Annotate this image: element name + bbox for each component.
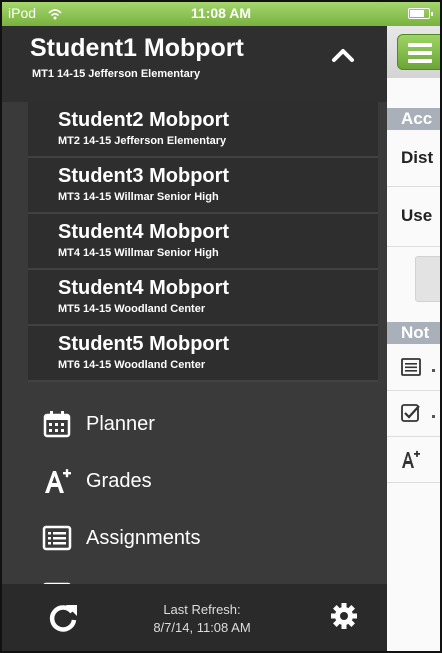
student-subtitle: MT3 14-15 Willmar Senior High bbox=[58, 191, 219, 203]
current-student-subtitle: MT1 14-15 Jefferson Elementary bbox=[32, 68, 201, 80]
checkbox-icon bbox=[401, 404, 420, 422]
refresh-icon[interactable] bbox=[47, 602, 79, 634]
student-item[interactable]: Student4 Mobport MT4 14-15 Willmar Senio… bbox=[28, 214, 378, 270]
drawer-footer: Last Refresh: 8/7/14, 11:08 AM bbox=[2, 584, 387, 651]
grades-a-plus-icon bbox=[45, 469, 71, 493]
last-refresh-label: Last Refresh: bbox=[163, 602, 241, 617]
menu-item-label: Grades bbox=[86, 470, 152, 492]
student-item[interactable]: Student5 Mobport MT6 14-15 Woodland Cent… bbox=[28, 326, 378, 382]
content-header bbox=[387, 26, 440, 78]
student-item[interactable]: Student2 Mobport MT2 14-15 Jefferson Ele… bbox=[28, 102, 378, 158]
student-name: Student4 Mobport bbox=[58, 277, 230, 299]
menu-item-assignments[interactable]: Assignments bbox=[2, 510, 387, 567]
student-name: Student2 Mobport bbox=[58, 109, 230, 131]
content-row[interactable] bbox=[387, 436, 440, 483]
content-button[interactable] bbox=[415, 256, 440, 302]
student-subtitle: MT6 14-15 Woodland Center bbox=[58, 359, 206, 371]
last-refresh-time: 8/7/14, 11:08 AM bbox=[153, 620, 251, 635]
student-name: Student5 Mobport bbox=[58, 333, 230, 355]
status-bar: iPod 11:08 AM bbox=[2, 2, 440, 26]
student-subtitle: MT4 14-15 Willmar Senior High bbox=[58, 247, 219, 259]
student-name: Student3 Mobport bbox=[58, 165, 230, 187]
grades-a-plus-icon bbox=[402, 450, 420, 468]
gear-icon[interactable] bbox=[330, 602, 358, 630]
student-item[interactable]: Student3 Mobport MT3 14-15 Willmar Senio… bbox=[28, 158, 378, 214]
last-refresh: Last Refresh: 8/7/14, 11:08 AM bbox=[102, 601, 302, 637]
main-content-peek: Acc Dist Use Not bbox=[387, 26, 440, 651]
current-student-name: Student1 Mobport bbox=[30, 34, 244, 62]
menu-item-label: Assignments bbox=[86, 527, 201, 549]
student-subtitle: MT2 14-15 Jefferson Elementary bbox=[58, 135, 227, 147]
student-name: Student4 Mobport bbox=[58, 221, 230, 243]
menu-button[interactable] bbox=[397, 34, 440, 70]
truncation-dot bbox=[432, 415, 435, 418]
current-student-header[interactable]: Student1 Mobport MT1 14-15 Jefferson Ele… bbox=[2, 26, 387, 102]
list-icon bbox=[42, 525, 72, 551]
hamburger-bar bbox=[408, 43, 432, 47]
row-district[interactable]: Dist bbox=[387, 130, 440, 187]
content-row[interactable] bbox=[387, 344, 440, 391]
clock: 11:08 AM bbox=[190, 5, 252, 21]
truncation-dot bbox=[432, 369, 435, 372]
student-subtitle: MT5 14-15 Woodland Center bbox=[58, 303, 206, 315]
section-header-notifications: Not bbox=[387, 322, 440, 344]
student-list: Student2 Mobport MT2 14-15 Jefferson Ele… bbox=[28, 102, 378, 382]
section-header-account: Acc bbox=[387, 108, 440, 130]
chevron-up-icon[interactable] bbox=[330, 42, 356, 68]
menu-item-planner[interactable]: Planner bbox=[2, 396, 387, 453]
menu-item-grades[interactable]: Grades bbox=[2, 453, 387, 510]
hamburger-bar bbox=[408, 59, 432, 63]
student-item[interactable]: Student4 Mobport MT5 14-15 Woodland Cent… bbox=[28, 270, 378, 326]
list-icon bbox=[401, 358, 421, 376]
hamburger-bar bbox=[408, 51, 432, 55]
battery-icon bbox=[408, 8, 433, 19]
content-row[interactable] bbox=[387, 390, 440, 437]
row-user[interactable]: Use bbox=[387, 186, 440, 247]
menu-item-label: Planner bbox=[86, 413, 155, 435]
drawer-menu: Planner Grades Assignments bbox=[2, 396, 387, 587]
device-frame: iPod 11:08 AM Student1 Mobport MT1 14-15… bbox=[0, 0, 442, 653]
calendar-icon bbox=[43, 411, 71, 438]
student-drawer: Student1 Mobport MT1 14-15 Jefferson Ele… bbox=[2, 26, 387, 651]
